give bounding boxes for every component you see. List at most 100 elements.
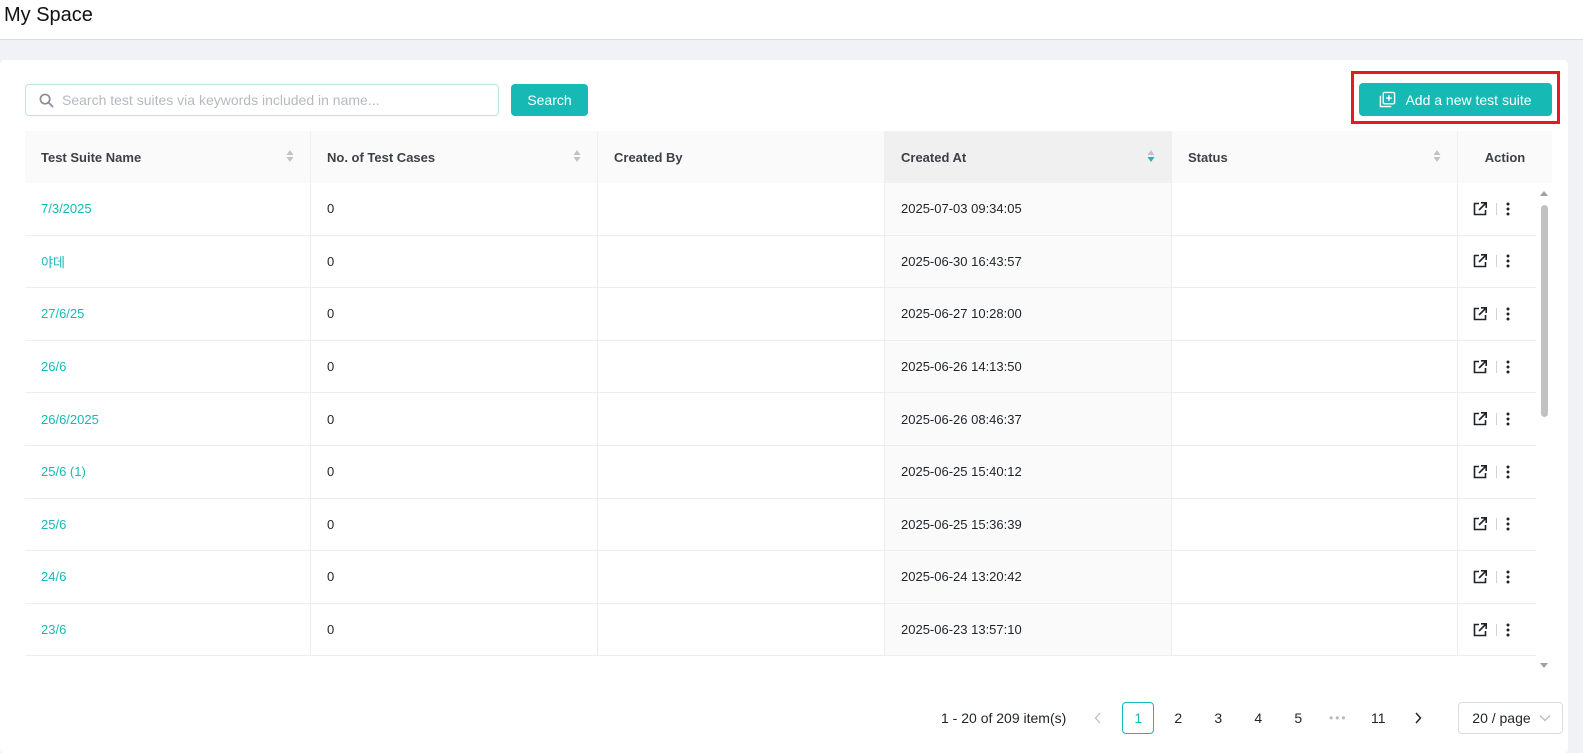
page-ellipsis[interactable]: ••• [1322, 702, 1354, 734]
cell-created-at: 2025-06-27 10:28:00 [885, 288, 1172, 340]
test-suite-link[interactable]: 26/6/2025 [41, 412, 99, 427]
action-separator [1496, 465, 1497, 478]
search-icon [39, 93, 54, 107]
cell-actions [1458, 499, 1536, 551]
more-vertical-icon[interactable] [1505, 359, 1511, 375]
cell-cases: 0 [311, 183, 598, 235]
cell-name: 23/6 [25, 603, 311, 656]
test-suite-link[interactable]: 24/6 [41, 569, 66, 584]
cell-cases: 0 [311, 235, 598, 288]
test-suite-link[interactable]: 26/6 [41, 359, 66, 374]
column-header-name[interactable]: Test Suite Name [25, 131, 311, 183]
more-vertical-icon[interactable] [1505, 516, 1511, 532]
column-header-created-at[interactable]: Created At [885, 131, 1172, 183]
sort-icon[interactable] [573, 149, 581, 163]
cell-name: 야데 [25, 235, 311, 288]
page-last[interactable]: 11 [1362, 702, 1394, 734]
more-vertical-icon[interactable] [1505, 622, 1511, 638]
more-vertical-icon[interactable] [1505, 464, 1511, 480]
test-suite-link[interactable]: 7/3/2025 [41, 201, 92, 216]
open-external-icon[interactable] [1472, 516, 1488, 532]
open-external-icon[interactable] [1472, 464, 1488, 480]
open-external-icon[interactable] [1472, 569, 1488, 585]
cell-name: 26/6/2025 [25, 393, 311, 445]
cell-cases: 0 [311, 340, 598, 393]
column-header-cases[interactable]: No. of Test Cases [311, 131, 598, 183]
prev-page-button[interactable] [1082, 702, 1114, 734]
table-row: 23/6 0 2025-06-23 13:57:10 [25, 603, 1536, 657]
test-suite-link[interactable]: 25/6 (1) [41, 464, 86, 479]
table-row: 26/6 0 2025-06-26 14:13:50 [25, 340, 1536, 394]
cell-created-at: 2025-06-24 13:20:42 [885, 551, 1172, 603]
page-size-select[interactable]: 20 / page [1458, 702, 1564, 734]
open-external-icon[interactable] [1472, 359, 1488, 375]
open-external-icon[interactable] [1472, 306, 1488, 322]
sort-icon[interactable] [286, 149, 294, 163]
table-row: 25/6 0 2025-06-25 15:36:39 [25, 498, 1536, 552]
open-external-icon[interactable] [1472, 622, 1488, 638]
cell-actions [1458, 341, 1536, 393]
more-vertical-icon[interactable] [1505, 569, 1511, 585]
page-1[interactable]: 1 [1122, 702, 1155, 734]
open-external-icon[interactable] [1472, 253, 1488, 269]
cell-cases: 0 [311, 551, 598, 603]
scroll-down-arrow[interactable] [1540, 663, 1548, 668]
cell-status [1172, 183, 1458, 235]
search-button[interactable]: Search [511, 84, 588, 116]
open-external-icon[interactable] [1472, 411, 1488, 427]
more-vertical-icon[interactable] [1505, 201, 1511, 217]
chevron-down-icon [1539, 715, 1551, 722]
cell-name: 27/6/25 [25, 288, 311, 340]
cell-actions [1458, 183, 1536, 235]
page-4[interactable]: 4 [1242, 702, 1274, 734]
cell-status [1172, 551, 1458, 603]
sort-desc-icon[interactable] [1147, 149, 1155, 163]
table-scrollbar[interactable] [1536, 183, 1552, 679]
cell-status [1172, 603, 1458, 656]
cell-status [1172, 445, 1458, 498]
cell-name: 24/6 [25, 551, 311, 603]
next-page-button[interactable] [1402, 702, 1434, 734]
scroll-up-arrow[interactable] [1540, 191, 1548, 196]
search-box[interactable] [25, 84, 499, 116]
page-5[interactable]: 5 [1282, 702, 1314, 734]
page-3[interactable]: 3 [1202, 702, 1234, 734]
search-input[interactable] [62, 92, 498, 108]
add-test-suite-button[interactable]: Add a new test suite [1359, 83, 1552, 116]
open-external-icon[interactable] [1472, 201, 1488, 217]
sort-icon[interactable] [1433, 149, 1441, 163]
test-suite-link[interactable]: 23/6 [41, 622, 66, 637]
action-separator [1496, 255, 1497, 268]
table-row: 야데 0 2025-06-30 16:43:57 [25, 235, 1536, 289]
cell-actions [1458, 288, 1536, 340]
test-suite-link[interactable]: 27/6/25 [41, 306, 84, 321]
action-separator [1496, 307, 1497, 320]
column-header-status[interactable]: Status [1172, 131, 1458, 183]
test-suite-table: Test Suite Name No. of Test Cases Create… [25, 131, 1552, 679]
add-button-label: Add a new test suite [1405, 91, 1532, 108]
more-vertical-icon[interactable] [1505, 411, 1511, 427]
table-row: 27/6/25 0 2025-06-27 10:28:00 [25, 288, 1536, 341]
page-2[interactable]: 2 [1162, 702, 1194, 734]
more-vertical-icon[interactable] [1505, 253, 1511, 269]
cell-cases: 0 [311, 498, 598, 551]
table-row: 24/6 0 2025-06-24 13:20:42 [25, 551, 1536, 604]
cell-status [1172, 340, 1458, 393]
cell-created-by [598, 445, 885, 498]
test-suite-link[interactable]: 야데 [41, 252, 65, 271]
pagination-total: 1 - 20 of 209 item(s) [941, 710, 1067, 726]
cell-actions [1458, 604, 1536, 656]
test-suite-link[interactable]: 25/6 [41, 517, 66, 532]
add-copy-icon [1380, 91, 1396, 108]
table-row: 26/6/2025 0 2025-06-26 08:46:37 [25, 393, 1536, 446]
cell-created-by [598, 340, 885, 393]
action-separator [1496, 360, 1497, 373]
cell-created-by [598, 603, 885, 656]
action-separator [1496, 623, 1497, 636]
cell-status [1172, 498, 1458, 551]
more-vertical-icon[interactable] [1505, 306, 1511, 322]
cell-actions [1458, 393, 1536, 445]
cell-created-by [598, 393, 885, 445]
scroll-thumb[interactable] [1541, 205, 1548, 417]
action-separator [1496, 518, 1497, 531]
